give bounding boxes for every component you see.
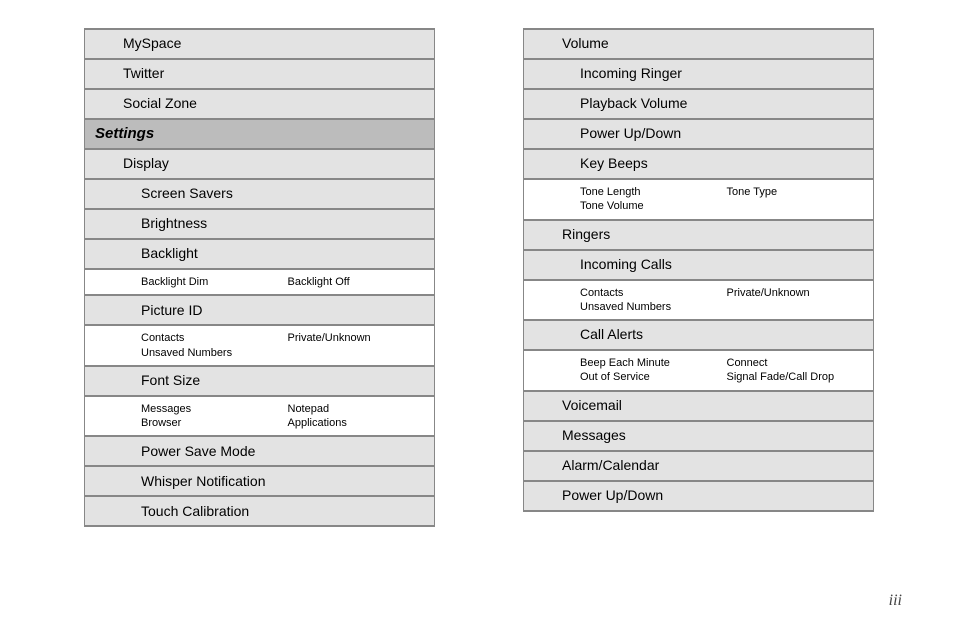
- toc-row-label: Whisper Notification: [141, 474, 266, 489]
- toc-row: Whisper Notification: [84, 467, 435, 497]
- toc-leaf-item: Tone Volume: [580, 199, 727, 213]
- toc-leaf-item: Tone Type: [727, 185, 874, 199]
- toc-row-label: Messages: [562, 428, 626, 443]
- toc-leaf-row: Tone LengthTone VolumeTone Type: [523, 180, 874, 221]
- toc-leaf-item: Messages: [141, 402, 288, 416]
- toc-row-label: Font Size: [141, 373, 200, 388]
- toc-row-label: Power Up/Down: [580, 126, 681, 141]
- toc-leaf-item: Private/Unknown: [727, 286, 874, 300]
- toc-row: Power Up/Down: [523, 482, 874, 512]
- toc-row-label: Twitter: [123, 66, 164, 81]
- toc-row: Font Size: [84, 367, 435, 397]
- toc-row-label: Display: [123, 156, 169, 171]
- toc-row: Playback Volume: [523, 90, 874, 120]
- toc-row: Screen Savers: [84, 180, 435, 210]
- toc-row-label: Alarm/Calendar: [562, 458, 659, 473]
- toc-leaf-item: Signal Fade/Call Drop: [727, 370, 874, 384]
- toc-leaf-item: Contacts: [580, 286, 727, 300]
- toc-row-label: Volume: [562, 36, 609, 51]
- toc-row: Picture ID: [84, 296, 435, 326]
- toc-row: Ringers: [523, 221, 874, 251]
- toc-row-label: Incoming Calls: [580, 257, 672, 272]
- toc-leaf-item: Backlight Off: [288, 275, 435, 289]
- toc-row-label: Picture ID: [141, 303, 202, 318]
- toc-row-label: Playback Volume: [580, 96, 687, 111]
- toc-row-label: Incoming Ringer: [580, 66, 682, 81]
- toc-row-label: Backlight: [141, 246, 198, 261]
- toc-row-label: Ringers: [562, 227, 610, 242]
- toc-row-label: Touch Calibration: [141, 504, 249, 519]
- toc-row-label: Key Beeps: [580, 156, 648, 171]
- toc-row: Key Beeps: [523, 150, 874, 180]
- toc-page: MySpace Twitter Social Zone Settings Display…: [0, 0, 954, 527]
- toc-row-label: Settings: [95, 126, 154, 143]
- toc-row-label: Social Zone: [123, 96, 197, 111]
- toc-section-header: Settings: [84, 120, 435, 150]
- toc-row: Display: [84, 150, 435, 180]
- toc-row: Touch Calibration: [84, 497, 435, 527]
- toc-leaf-row: ContactsUnsaved NumbersPrivate/Unknown: [523, 281, 874, 322]
- toc-leaf-row: ContactsUnsaved NumbersPrivate/Unknown: [84, 326, 435, 367]
- toc-row-label: Power Up/Down: [562, 488, 663, 503]
- toc-leaf-item: Browser: [141, 416, 288, 430]
- toc-leaf-item: Beep Each Minute: [580, 356, 727, 370]
- toc-leaf-item: Notepad: [288, 402, 435, 416]
- toc-row: Backlight: [84, 240, 435, 270]
- toc-row: Power Save Mode: [84, 437, 435, 467]
- toc-row: Alarm/Calendar: [523, 452, 874, 482]
- toc-leaf-item: Backlight Dim: [141, 275, 288, 289]
- toc-row: Social Zone: [84, 90, 435, 120]
- toc-row: Power Up/Down: [523, 120, 874, 150]
- toc-row-label: Voicemail: [562, 398, 622, 413]
- toc-row: Incoming Calls: [523, 251, 874, 281]
- toc-leaf-row: Backlight DimBacklight Off: [84, 270, 435, 296]
- toc-row: Messages: [523, 422, 874, 452]
- toc-row-label: Brightness: [141, 216, 207, 231]
- toc-row-label: Call Alerts: [580, 327, 643, 342]
- toc-leaf-item: Private/Unknown: [288, 331, 435, 345]
- toc-row: Incoming Ringer: [523, 60, 874, 90]
- toc-leaf-row: MessagesBrowserNotepadApplications: [84, 397, 435, 438]
- toc-leaf-item: Out of Service: [580, 370, 727, 384]
- toc-row-label: Screen Savers: [141, 186, 233, 201]
- toc-leaf-row: Beep Each MinuteOut of ServiceConnectSig…: [523, 351, 874, 392]
- toc-leaf-item: Connect: [727, 356, 874, 370]
- toc-row-label: MySpace: [123, 36, 181, 51]
- toc-leaf-item: Unsaved Numbers: [141, 346, 288, 360]
- toc-leaf-item: Contacts: [141, 331, 288, 345]
- toc-row: Call Alerts: [523, 321, 874, 351]
- toc-right-column: Volume Incoming Ringer Playback Volume Powe…: [523, 28, 874, 527]
- toc-left-column: MySpace Twitter Social Zone Settings Display…: [84, 28, 435, 527]
- toc-row: Volume: [523, 30, 874, 60]
- toc-leaf-item: Tone Length: [580, 185, 727, 199]
- toc-row: MySpace: [84, 30, 435, 60]
- toc-leaf-item: Applications: [288, 416, 435, 430]
- toc-row: Voicemail: [523, 392, 874, 422]
- toc-leaf-item: Unsaved Numbers: [580, 300, 727, 314]
- toc-row-label: Power Save Mode: [141, 444, 255, 459]
- page-number: iii: [889, 592, 902, 610]
- toc-row: Twitter: [84, 60, 435, 90]
- toc-row: Brightness: [84, 210, 435, 240]
